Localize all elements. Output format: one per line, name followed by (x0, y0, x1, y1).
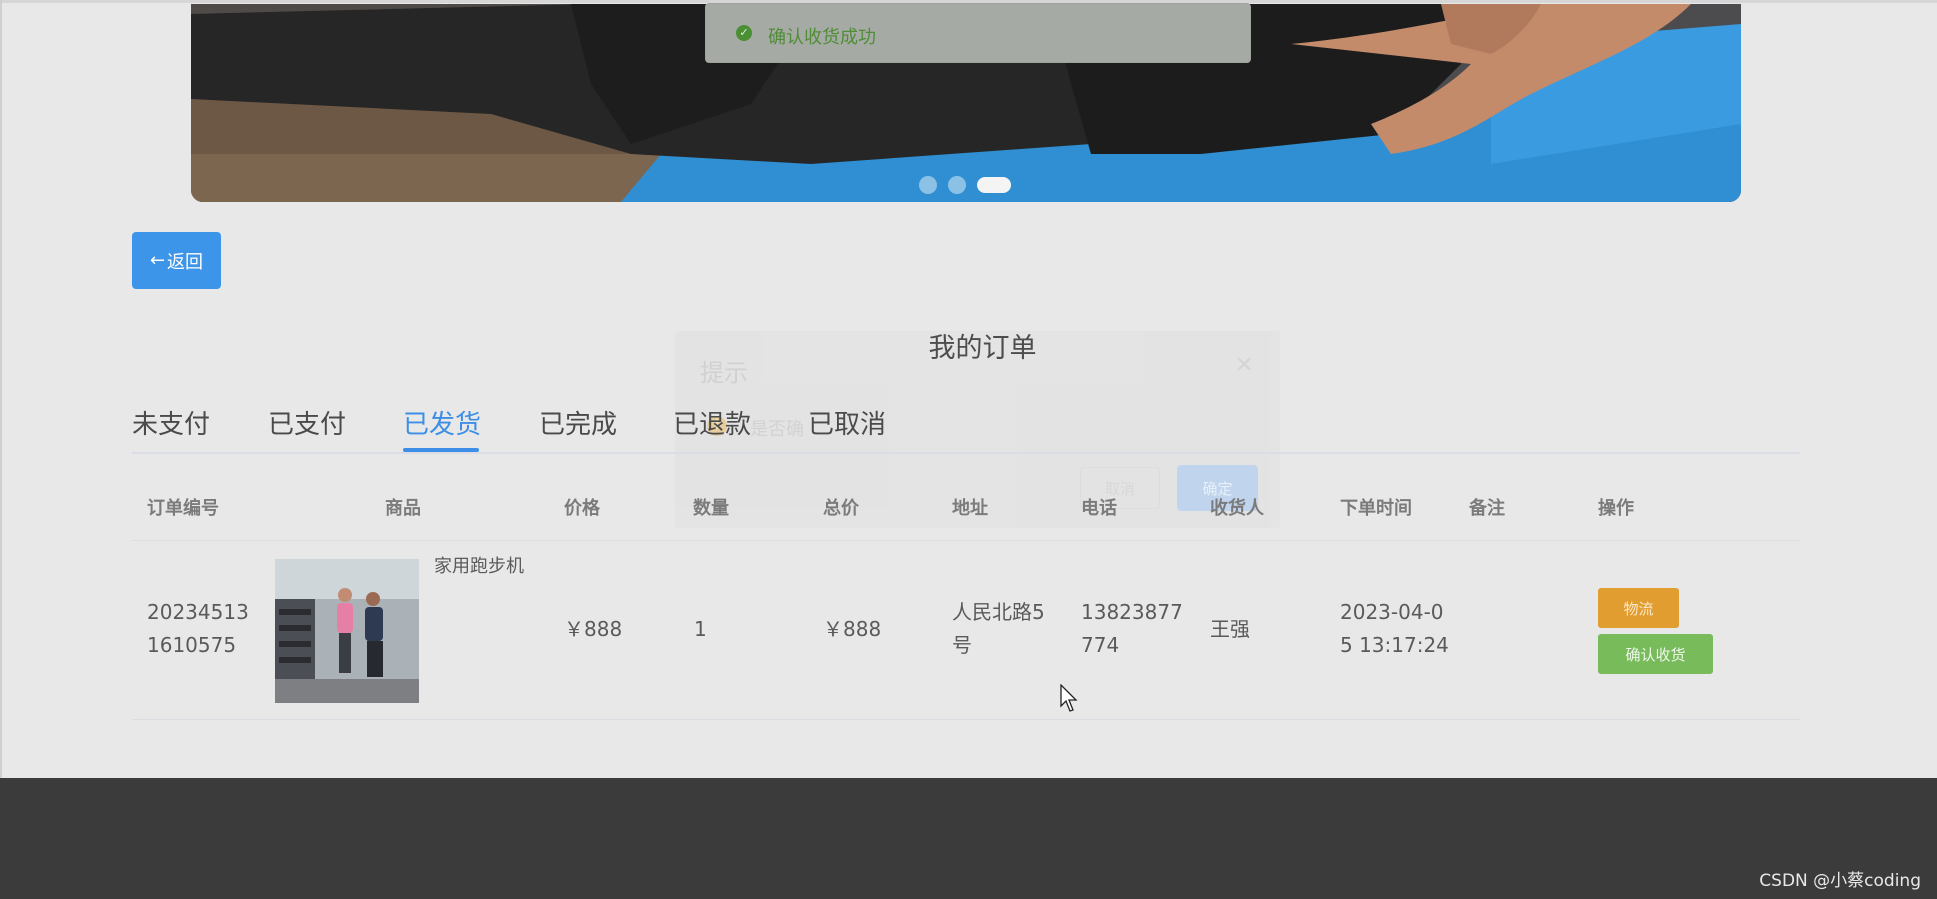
price: ￥888 (564, 617, 623, 641)
tab-cancelled[interactable]: 已取消 (808, 404, 886, 441)
receiver: 王强 (1210, 617, 1250, 641)
mouse-cursor-icon (1060, 684, 1078, 712)
arrow-left-icon: ← (149, 250, 166, 271)
column-header: 数量 (693, 498, 729, 519)
check-circle-icon: ✓ (736, 25, 752, 41)
column-header: 订单编号 (147, 498, 219, 519)
column-header: 下单时间 (1340, 498, 1412, 519)
column-header: 电话 (1081, 498, 1117, 519)
left-border (0, 0, 2, 778)
column-header: 商品 (385, 498, 421, 519)
logistics-button[interactable]: 物流 (1598, 588, 1679, 628)
back-button[interactable]: ← 返回 (132, 232, 221, 289)
carousel-dot[interactable] (948, 176, 966, 194)
column-header: 价格 (564, 498, 600, 519)
column-header: 操作 (1598, 498, 1634, 519)
back-button-label: 返回 (167, 251, 204, 273)
column-header: 收货人 (1210, 498, 1264, 519)
quantity: 1 (694, 617, 707, 641)
watermark: CSDN @小蔡coding (1759, 871, 1921, 891)
carousel-dot[interactable] (919, 176, 937, 194)
tab-paid[interactable]: 已支付 (268, 404, 346, 441)
phone: 13823877 774 (1081, 600, 1183, 657)
toast-message: 确认收货成功 (768, 27, 876, 48)
product-name[interactable]: 家用跑步机 (434, 550, 524, 583)
carousel-dot-active[interactable] (977, 177, 1011, 193)
table-header: 订单编号 商品 价格 数量 总价 地址 电话 收货人 下单时间 备注 操作 (132, 480, 1800, 541)
order-status-tabs: 未支付 已支付 已发货 已完成 已退款 已取消 (132, 404, 1800, 454)
product-image[interactable] (275, 559, 419, 703)
column-header: 总价 (823, 498, 859, 519)
total-price: ￥888 (823, 617, 882, 641)
tab-unpaid[interactable]: 未支付 (132, 404, 210, 441)
table-row: 20234513 1610575 家用跑步机 ￥888 1 ￥888 人民北路5… (132, 541, 1800, 720)
address: 人民北路5 号 (952, 600, 1045, 657)
gym-photo (275, 559, 419, 703)
active-tab-indicator (403, 448, 479, 452)
order-time: 2023-04-0 5 13:17:24 (1340, 600, 1449, 657)
page-title: 我的订单 (928, 333, 1037, 364)
tab-refunded[interactable]: 已退款 (673, 404, 751, 441)
page-footer: CSDN @小蔡coding (0, 778, 1937, 899)
success-toast: ✓ 确认收货成功 (705, 3, 1251, 63)
column-header: 备注 (1469, 498, 1505, 519)
column-header: 地址 (952, 498, 988, 519)
tab-shipped[interactable]: 已发货 (403, 404, 481, 441)
tab-completed[interactable]: 已完成 (539, 404, 617, 441)
order-number: 20234513 1610575 (147, 600, 249, 657)
confirm-receipt-button[interactable]: 确认收货 (1598, 634, 1713, 674)
carousel-indicators (191, 176, 1741, 194)
